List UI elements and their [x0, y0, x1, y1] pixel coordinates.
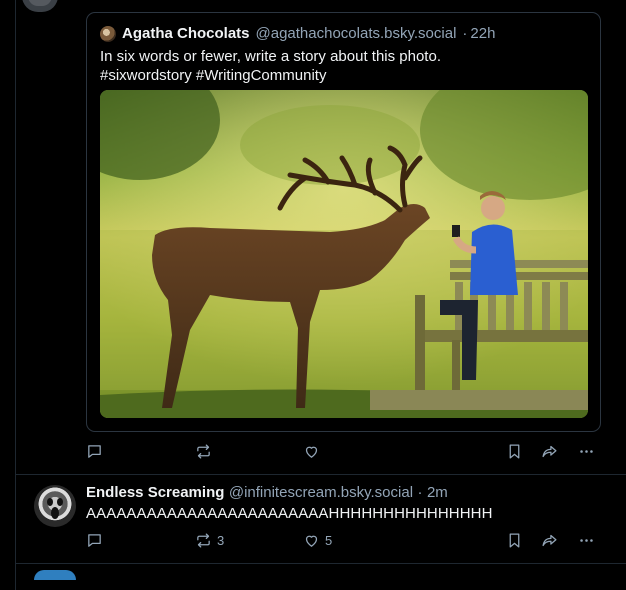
post2-actions: 3 5 [86, 532, 606, 554]
more-icon [580, 450, 593, 453]
share-button[interactable] [541, 532, 558, 549]
bookmark-button[interactable] [506, 532, 523, 549]
post1-actions [86, 443, 606, 465]
repost-button[interactable] [195, 443, 212, 460]
quoted-post-card[interactable]: Agatha Chocolats @agathachocolats.bsky.s… [86, 12, 601, 432]
like-button[interactable]: 5 [303, 532, 332, 549]
quoted-author-name[interactable]: Agatha Chocolats [122, 25, 250, 42]
post-divider [15, 563, 626, 564]
reply-button[interactable] [86, 532, 103, 549]
reply-icon [88, 534, 101, 547]
quoted-author-handle[interactable]: @agathachocolats.bsky.social [256, 25, 457, 42]
repost-icon [197, 444, 210, 459]
share-icon [542, 445, 557, 458]
heart-icon [305, 535, 318, 547]
reply-button[interactable] [86, 443, 103, 460]
bookmark-button[interactable] [506, 443, 523, 460]
post2-author-name[interactable]: Endless Screaming [86, 484, 224, 501]
repost-count: 3 [217, 533, 225, 548]
repost-icon [197, 533, 210, 548]
endless-screaming-avatar[interactable] [34, 485, 76, 527]
quoted-post-time[interactable]: 22h [470, 25, 495, 42]
share-icon [542, 534, 557, 547]
like-count: 5 [325, 533, 333, 548]
bookmark-icon [509, 444, 520, 459]
quoted-post-hashtags[interactable]: #sixwordstory #WritingCommunity [100, 66, 580, 85]
post-divider [15, 474, 626, 475]
more-icon [580, 539, 593, 542]
like-button[interactable] [303, 443, 320, 460]
share-button[interactable] [541, 443, 558, 460]
repost-button[interactable]: 3 [195, 532, 224, 549]
more-button[interactable] [578, 443, 595, 460]
quoted-post-separator: · [462, 25, 468, 42]
post2-header: Endless Screaming @infinitescream.bsky.s… [86, 484, 448, 502]
quoted-post-header: Agatha Chocolats @agathachocolats.bsky.s… [100, 25, 495, 42]
more-button[interactable] [578, 532, 595, 549]
quoted-author-avatar[interactable] [100, 25, 116, 42]
quoted-post-text-line1: In six words or fewer, write a story abo… [100, 48, 441, 65]
post2-time[interactable]: 2m [427, 484, 448, 501]
reply-icon [88, 445, 101, 458]
heart-icon [305, 446, 318, 458]
post2-separator: · [417, 484, 423, 501]
next-post-avatar[interactable] [34, 570, 76, 580]
post2-text: AAAAAAAAAAAAAAAAAAAAAAAAHHHHHHHHHHHHHHH [86, 505, 493, 522]
quoted-post-text: In six words or fewer, write a story abo… [100, 47, 580, 85]
post2-author-handle[interactable]: @infinitescream.bsky.social [229, 484, 413, 501]
deer-photo[interactable] [100, 90, 588, 418]
bookmark-icon [509, 533, 520, 548]
